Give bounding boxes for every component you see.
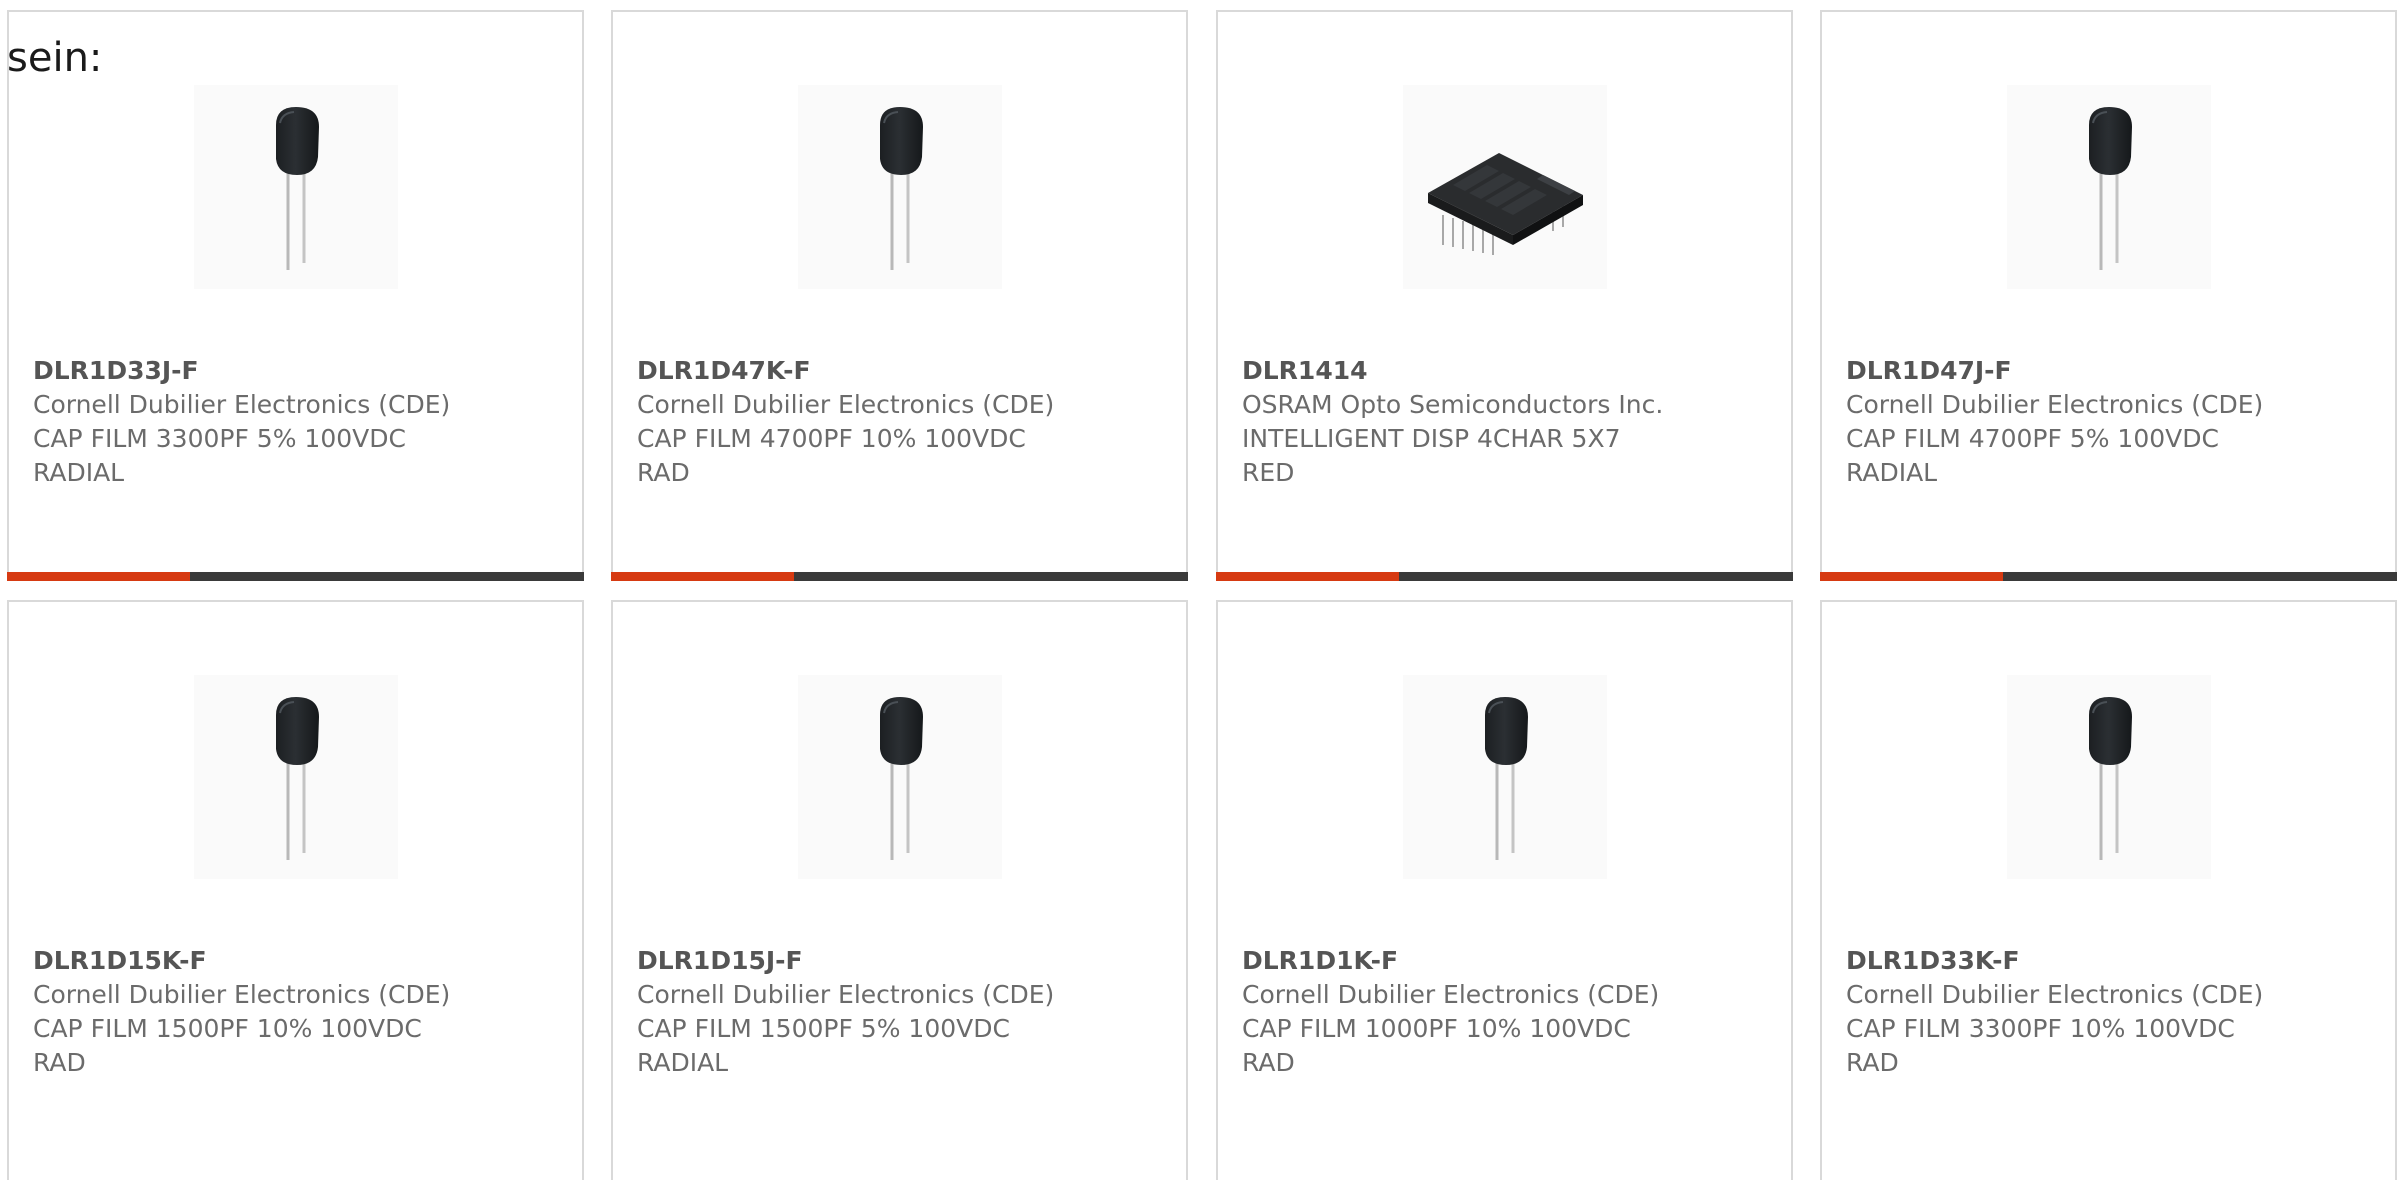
manufacturer: Cornell Dubilier Electronics (CDE) xyxy=(1846,390,2264,419)
description-line2: RADIAL xyxy=(637,1048,729,1077)
manufacturer: Cornell Dubilier Electronics (CDE) xyxy=(1242,980,1660,1009)
card-footer-bar xyxy=(1216,572,1793,581)
part-number[interactable]: DLR1D33J-F xyxy=(33,354,562,388)
product-image[interactable] xyxy=(2006,675,2211,879)
manufacturer: Cornell Dubilier Electronics (CDE) xyxy=(1846,980,2264,1009)
manufacturer: Cornell Dubilier Electronics (CDE) xyxy=(637,980,1055,1009)
description: CAP FILM 1500PF 10% 100VDC xyxy=(33,1014,422,1043)
product-image[interactable] xyxy=(2006,85,2211,289)
description-line2: RAD xyxy=(637,458,690,487)
product-image[interactable] xyxy=(1402,675,1607,879)
manufacturer: Cornell Dubilier Electronics (CDE) xyxy=(637,390,1055,419)
description-line2: RED xyxy=(1242,458,1295,487)
accent-bar xyxy=(1216,572,1399,581)
product-card[interactable]: DLR1414 OSRAM Opto Semiconductors Inc. I… xyxy=(1216,10,1793,581)
part-number[interactable]: DLR1D15J-F xyxy=(637,944,1166,978)
part-number[interactable]: DLR1D1K-F xyxy=(1242,944,1771,978)
product-card[interactable]: DLR1D15J-F Cornell Dubilier Electronics … xyxy=(611,600,1188,1180)
film-capacitor-icon xyxy=(274,695,320,862)
description: CAP FILM 1000PF 10% 100VDC xyxy=(1242,1014,1631,1043)
part-number[interactable]: DLR1D33K-F xyxy=(1846,944,2375,978)
description-line2: RAD xyxy=(1846,1048,1899,1077)
film-capacitor-icon xyxy=(1483,695,1529,862)
accent-bar xyxy=(611,572,794,581)
description-line2: RAD xyxy=(33,1048,86,1077)
product-card[interactable]: DLR1D47J-F Cornell Dubilier Electronics … xyxy=(1820,10,2397,581)
description-line2: RADIAL xyxy=(33,458,125,487)
product-image[interactable] xyxy=(1402,85,1607,289)
product-card[interactable]: DLR1D33J-F Cornell Dubilier Electronics … xyxy=(7,10,584,581)
product-card[interactable]: DLR1D47K-F Cornell Dubilier Electronics … xyxy=(611,10,1188,581)
description: CAP FILM 3300PF 10% 100VDC xyxy=(1846,1014,2235,1043)
product-image[interactable] xyxy=(193,675,398,879)
film-capacitor-icon xyxy=(878,695,924,862)
film-capacitor-icon xyxy=(274,105,320,272)
description: CAP FILM 4700PF 5% 100VDC xyxy=(1846,424,2219,453)
description-line2: RAD xyxy=(1242,1048,1295,1077)
part-number[interactable]: DLR1D15K-F xyxy=(33,944,562,978)
display-module-icon xyxy=(1426,152,1584,256)
description: INTELLIGENT DISP 4CHAR 5X7 xyxy=(1242,424,1621,453)
part-number[interactable]: DLR1414 xyxy=(1242,354,1771,388)
film-capacitor-icon xyxy=(2087,105,2133,272)
card-footer-bar xyxy=(611,572,1188,581)
description: CAP FILM 1500PF 5% 100VDC xyxy=(637,1014,1010,1043)
card-footer-bar xyxy=(7,572,584,581)
product-card[interactable]: DLR1D33K-F Cornell Dubilier Electronics … xyxy=(1820,600,2397,1180)
product-image[interactable] xyxy=(193,85,398,289)
card-footer-bar xyxy=(1820,572,2397,581)
manufacturer: Cornell Dubilier Electronics (CDE) xyxy=(33,390,451,419)
section-heading: sein: xyxy=(7,35,103,81)
product-card[interactable]: DLR1D15K-F Cornell Dubilier Electronics … xyxy=(7,600,584,1180)
product-image[interactable] xyxy=(797,85,1002,289)
accent-bar xyxy=(1820,572,2003,581)
description-line2: RADIAL xyxy=(1846,458,1938,487)
description: CAP FILM 4700PF 10% 100VDC xyxy=(637,424,1026,453)
film-capacitor-icon xyxy=(2087,695,2133,862)
part-number[interactable]: DLR1D47K-F xyxy=(637,354,1166,388)
accent-bar xyxy=(7,572,190,581)
product-card[interactable]: DLR1D1K-F Cornell Dubilier Electronics (… xyxy=(1216,600,1793,1180)
film-capacitor-icon xyxy=(878,105,924,272)
part-number[interactable]: DLR1D47J-F xyxy=(1846,354,2375,388)
product-image[interactable] xyxy=(797,675,1002,879)
manufacturer: OSRAM Opto Semiconductors Inc. xyxy=(1242,390,1664,419)
description: CAP FILM 3300PF 5% 100VDC xyxy=(33,424,406,453)
manufacturer: Cornell Dubilier Electronics (CDE) xyxy=(33,980,451,1009)
